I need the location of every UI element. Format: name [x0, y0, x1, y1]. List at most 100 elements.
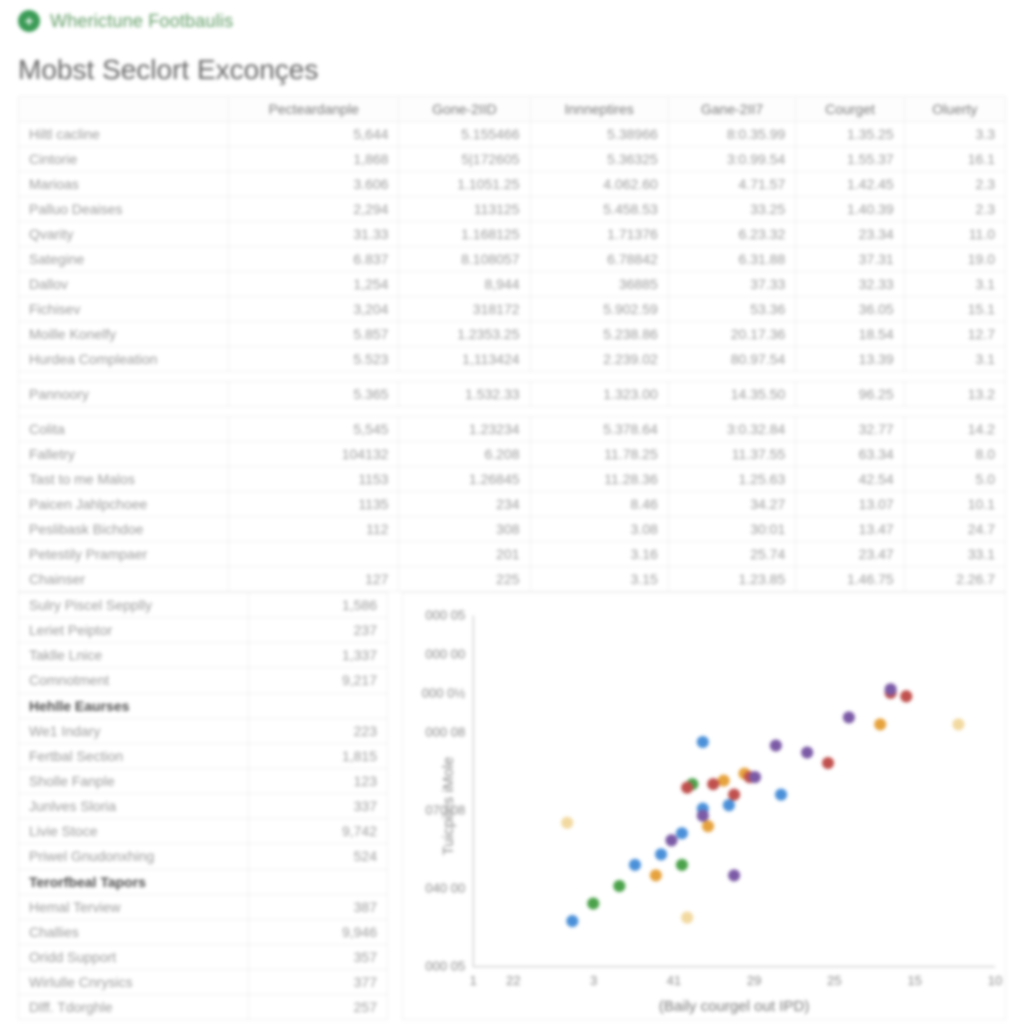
table-row[interactable]: Colita5,5451.232345.378.643:0.32.8432.77…	[19, 417, 1006, 442]
table-row[interactable]: Cintorie1,8685|1726055.363253:0.99.541.5…	[19, 147, 1006, 172]
cell: 223	[249, 718, 388, 743]
table-row[interactable]: Comnotment9,217	[19, 668, 388, 693]
table-row[interactable]: Priwel Gnudonxhing524	[19, 844, 388, 869]
chart-point[interactable]	[801, 746, 813, 758]
table-row[interactable]	[19, 372, 1006, 382]
cell: 30:01	[668, 517, 796, 542]
plus-icon[interactable]: +	[18, 10, 40, 32]
cell: 10.1	[904, 492, 1005, 517]
table-row[interactable]: Moille Konelfy5.8571.2353.255.238.8620.1…	[19, 322, 1006, 347]
cell: 3.1	[904, 347, 1005, 372]
table-row[interactable]: Paicen Jahlpchoee11352348.4634.2713.0710…	[19, 492, 1006, 517]
table-row[interactable]: Sulry Piscel Sepplly1,586	[19, 593, 388, 618]
table-row[interactable]: Livie Stoce9,742	[19, 819, 388, 844]
table-row[interactable]: Qvarity31.331.1681251.713766.23.3223.341…	[19, 222, 1006, 247]
table-row[interactable]: Hemal Terview387	[19, 894, 388, 919]
chart-point[interactable]	[665, 834, 677, 846]
table-row[interactable]: Leriet Peiptor237	[19, 618, 388, 643]
cell: 308	[399, 517, 530, 542]
table-row[interactable]: Fertbal Section1,815	[19, 743, 388, 768]
cell: 1,868	[229, 147, 399, 172]
col-header[interactable]: Oluerty	[904, 97, 1005, 122]
table-row[interactable]: Taklle Lnice1,337	[19, 643, 388, 668]
table-row[interactable]: Hiltl cacline5,6445.1554665.389668:0.35.…	[19, 122, 1006, 147]
chart-point[interactable]	[587, 897, 599, 909]
cell: 1.55.37	[796, 147, 904, 172]
chart-point[interactable]	[900, 690, 912, 702]
table-row[interactable]: Petestily Prampaer2013.1625.7423.4733.1	[19, 542, 1006, 567]
chart-point[interactable]	[655, 848, 667, 860]
cell: 3:0.32.84	[668, 417, 796, 442]
chart-point[interactable]	[707, 778, 719, 790]
chart-point[interactable]	[843, 711, 855, 723]
table-row[interactable]: Oridd Support357	[19, 944, 388, 969]
cell: 8.108057	[399, 247, 530, 272]
row-label: Peslibask Bichdoe	[19, 517, 229, 542]
col-header[interactable]: Courget	[796, 97, 904, 122]
table-row[interactable]	[19, 407, 1006, 417]
table-row[interactable]: Chainser1272253.151.23.851.46.752.26.7	[19, 567, 1006, 592]
table-row[interactable]: Fichisev3,2043181725.902.5953.3636.0515.…	[19, 297, 1006, 322]
table-row[interactable]: Sategine6.8378.1080576.788426.31.8837.31…	[19, 247, 1006, 272]
chart-point[interactable]	[952, 718, 964, 730]
chart-point[interactable]	[561, 817, 573, 829]
row-label: Dlff. Tdorghle	[19, 995, 249, 1020]
col-header[interactable]: Gane-2II7	[668, 97, 796, 122]
table-row[interactable]: Falletry1041326.20811.78.2511.37.5563.34…	[19, 442, 1006, 467]
table-row[interactable]: Marioas3.6061.1051.254.062.604.71.571.42…	[19, 172, 1006, 197]
chart-point[interactable]	[874, 718, 886, 730]
chart-y-label: Tuicpiles iMole	[440, 757, 457, 856]
row-label: Junlves Sloria	[19, 794, 249, 819]
cell: 318172	[399, 297, 530, 322]
table-row[interactable]: Hehlle Eaurses	[19, 693, 388, 718]
chart-point[interactable]	[697, 736, 709, 748]
chart-point[interactable]	[728, 789, 740, 801]
cell: 5.155466	[399, 122, 530, 147]
cell: 6.837	[229, 247, 399, 272]
chart-point[interactable]	[775, 789, 787, 801]
chart-point[interactable]	[676, 859, 688, 871]
table-row[interactable]: Tast to me Malos11531.2684511.28.361.25.…	[19, 467, 1006, 492]
table-row[interactable]: Dlff. Tdorghle257	[19, 995, 388, 1020]
table-row[interactable]: Pannoory5.3651.532.331.323.0014.35.5096.…	[19, 382, 1006, 407]
cell: 1.40.39	[796, 197, 904, 222]
chart-point[interactable]	[681, 782, 693, 794]
main-table: PecteardanpleGone-2IIDInnneptiresGane-2I…	[18, 96, 1006, 592]
chart-point[interactable]	[822, 757, 834, 769]
chart-point[interactable]	[728, 869, 740, 881]
table-row[interactable]: Junlves Sloria337	[19, 794, 388, 819]
row-label: Taklle Lnice	[19, 643, 249, 668]
table-row[interactable]: Sholle Fanple123	[19, 768, 388, 793]
app-title: Wherictune Footbaulis	[50, 11, 233, 32]
svg-text:1: 1	[470, 973, 477, 988]
cell: 25.74	[668, 542, 796, 567]
chart-point[interactable]	[718, 775, 730, 787]
chart-point[interactable]	[681, 912, 693, 924]
chart-point[interactable]	[650, 869, 662, 881]
chart-point[interactable]	[613, 880, 625, 892]
chart-point[interactable]	[702, 820, 714, 832]
table-row[interactable]: Challies9,946	[19, 919, 388, 944]
table-row[interactable]: Terorfbeal Tapors	[19, 869, 388, 894]
chart-point[interactable]	[723, 799, 735, 811]
col-header[interactable]: Pecteardanple	[229, 97, 399, 122]
table-row[interactable]: We1 Indary223	[19, 718, 388, 743]
col-header[interactable]: Gone-2IID	[399, 97, 530, 122]
table-row[interactable]: Wirlulle Cnrysics377	[19, 970, 388, 995]
chart-point[interactable]	[566, 915, 578, 927]
chart-point[interactable]	[697, 810, 709, 822]
chart-point[interactable]	[749, 771, 761, 783]
cell: 33.25	[668, 197, 796, 222]
chart-point[interactable]	[885, 683, 897, 695]
table-row[interactable]: Dallov1,2548,9443688537.3332.333.1	[19, 272, 1006, 297]
table-row[interactable]: Palluo Deaises2,2941131255.458.5333.251.…	[19, 197, 1006, 222]
col-header[interactable]: Innneptires	[530, 97, 668, 122]
row-label: Hiltl cacline	[19, 122, 229, 147]
col-header[interactable]	[19, 97, 229, 122]
table-row[interactable]: Hurdea Compleation5.5231,1134242.239.028…	[19, 347, 1006, 372]
chart-point[interactable]	[629, 859, 641, 871]
cell: 23.47	[796, 542, 904, 567]
table-row[interactable]: Peslibask Bichdoe1123083.0830:0113.4724.…	[19, 517, 1006, 542]
chart-point[interactable]	[770, 739, 782, 751]
chart-point[interactable]	[676, 827, 688, 839]
